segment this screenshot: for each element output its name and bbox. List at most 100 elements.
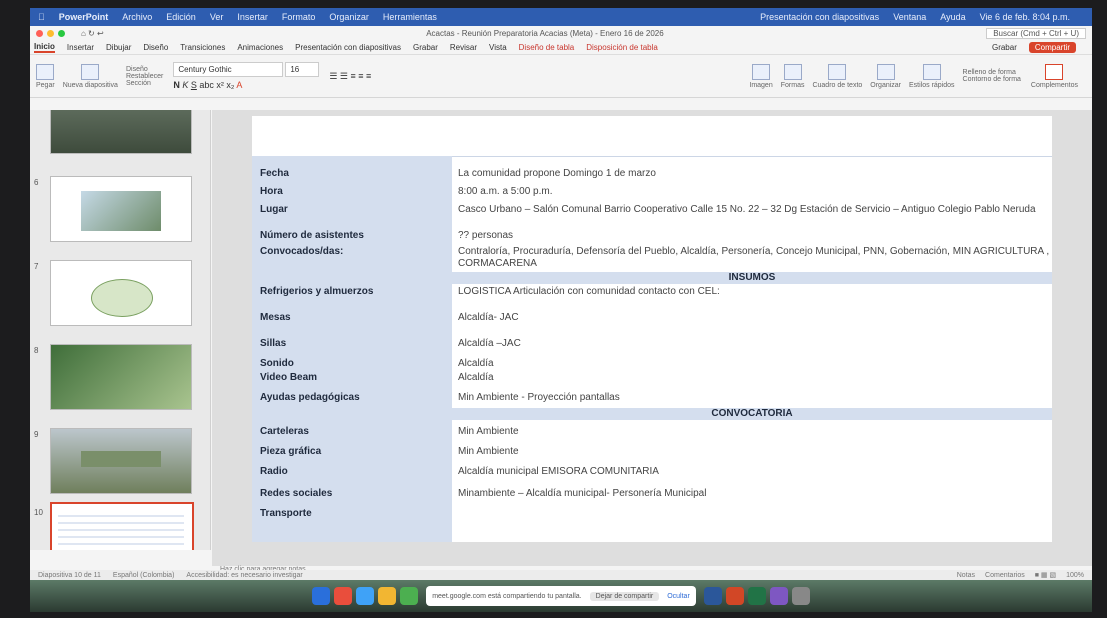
table-row-label[interactable]: Convocados/das: [252,246,452,270]
finder-icon[interactable] [312,587,331,605]
stop-sharing-button[interactable]: Dejar de compartir [589,591,660,601]
table-row-label[interactable]: Refrigerios y almuerzos [252,286,452,298]
table-row-label[interactable]: Número de asistentes [252,230,452,242]
tab-dibujar[interactable]: Dibujar [106,43,131,52]
zoom-level[interactable]: 100% [1066,572,1084,579]
menu-presentacion[interactable]: Presentación con diapositivas [760,12,879,22]
reset-button[interactable]: Restablecer [126,73,163,80]
tab-animaciones[interactable]: Animaciones [237,43,283,52]
quick-styles-button[interactable]: Estilos rápidos [909,63,955,89]
menu-ayuda[interactable]: Ayuda [940,12,965,22]
menu-insertar[interactable]: Insertar [237,12,268,22]
powerpoint-icon[interactable] [725,587,744,605]
menu-formato[interactable]: Formato [282,12,316,22]
tab-grabar[interactable]: Grabar [413,43,438,52]
tab-insertar[interactable]: Insertar [67,43,94,52]
tab-vista[interactable]: Vista [489,43,507,52]
table-row-value[interactable]: LOGISTICA Articulación con comunidad con… [452,286,1052,298]
excel-icon[interactable] [747,587,766,605]
new-slide-button[interactable]: Nueva diapositiva [63,63,118,89]
menu-edicion[interactable]: Edición [166,12,196,22]
shape-fill-button[interactable]: Relleno de forma [963,69,1021,76]
tab-revisar[interactable]: Revisar [450,43,477,52]
table-row-label[interactable]: Carteleras [252,426,452,438]
table-row-label[interactable]: Sillas [252,338,452,350]
zoom-window-button[interactable] [58,29,65,37]
table-row-value[interactable]: Alcaldía [452,358,1052,370]
close-window-button[interactable] [36,29,43,37]
table-row-label[interactable]: Transporte [252,508,452,542]
hide-notice-button[interactable]: Ocultar [667,593,690,600]
font-name-select[interactable]: Century Gothic [173,62,284,77]
table-row-value[interactable]: Contraloría, Procuraduría, Defensoría de… [452,246,1052,270]
notes-toggle[interactable]: Notas [957,572,975,579]
trash-icon[interactable] [791,587,810,605]
tab-presentacion[interactable]: Presentación con diapositivas [295,43,401,52]
table-row-value[interactable]: 8:00 a.m. a 5:00 p.m. [452,186,1052,198]
share-button[interactable]: Compartir [1028,41,1076,53]
paste-button[interactable]: Pegar [36,63,55,89]
teams-icon[interactable] [769,587,788,605]
table-row-value[interactable]: Alcaldía [452,372,1052,384]
menu-organizar[interactable]: Organizar [329,12,369,22]
table-row-label[interactable]: Ayudas pedagógicas [252,392,452,404]
record-button[interactable]: Grabar [992,43,1017,52]
slide-thumbnail[interactable] [50,260,192,326]
comments-toggle[interactable]: Comentarios [985,572,1025,579]
table-row-label[interactable]: Radio [252,466,452,478]
format-buttons[interactable]: N K S abc x² x₂ A [173,80,319,90]
table-row-value[interactable]: Alcaldía –JAC [452,338,1052,350]
slide-thumbnail[interactable] [50,428,192,494]
arrange-button[interactable]: Organizar [870,63,901,89]
layout-button[interactable]: Diseño [126,66,163,73]
table-row-value[interactable]: Min Ambiente - Proyección pantallas [452,392,1052,404]
table-row-label[interactable]: Pieza gráfica [252,446,452,458]
tab-diseno-tabla[interactable]: Diseño de tabla [519,43,575,52]
table-row-label[interactable]: Sonido [252,358,452,370]
slide-thumbnail[interactable] [50,344,192,410]
slide-thumbnail-selected[interactable] [50,502,194,550]
chrome-icon[interactable] [378,587,397,605]
table-row-label[interactable]: Lugar [252,204,452,228]
section-button[interactable]: Sección [126,80,163,87]
shapes-button[interactable]: Formas [781,63,804,89]
font-size-select[interactable]: 16 [285,62,320,77]
table-row-value[interactable]: Min Ambiente [452,426,1052,438]
table-row-value[interactable]: ?? personas [452,230,1052,242]
table-row-label[interactable]: Video Beam [252,372,452,384]
shape-outline-button[interactable]: Contorno de forma [963,76,1021,83]
tab-inicio[interactable]: Inicio [34,42,55,53]
view-icons[interactable]: ■ ▦ ▧ [1035,571,1056,579]
table-row-label[interactable]: Mesas [252,312,452,324]
table-row-value[interactable]: La comunidad propone Domingo 1 de marzo [452,168,1052,180]
word-icon[interactable] [703,587,722,605]
table-row-value[interactable]: Casco Urbano – Salón Comunal Barrio Coop… [452,204,1052,228]
textbox-button[interactable]: Cuadro de texto [812,63,862,89]
tab-diseno[interactable]: Diseño [143,43,168,52]
apple-icon[interactable]:  [38,12,45,22]
table-row-label[interactable]: Fecha [252,168,452,180]
safari-icon[interactable] [356,587,375,605]
menu-herramientas[interactable]: Herramientas [383,12,437,22]
minimize-window-button[interactable] [47,29,54,37]
table-row-value[interactable]: Alcaldía- JAC [452,312,1052,324]
menubar-app-name[interactable]: PowerPoint [59,12,109,22]
current-slide[interactable]: Fecha La comunidad propone Domingo 1 de m… [252,116,1052,542]
table-row-value[interactable] [452,508,1052,542]
table-row-value[interactable]: Alcaldía municipal EMISORA COMUNITARIA [452,466,1052,478]
menu-ver[interactable]: Ver [210,12,224,22]
addins-button[interactable]: Complementos [1031,63,1078,89]
language-indicator[interactable]: Español (Colombia) [113,572,174,579]
table-row-label[interactable]: Redes sociales [252,488,452,500]
quick-access-icons[interactable]: ⌂ ↻ ↩ [81,29,104,38]
accessibility-indicator[interactable]: Accesibilidad: es necesario investigar [186,572,302,579]
slide-thumbnail[interactable] [50,110,192,154]
image-button[interactable]: Imagen [749,63,773,89]
tab-disposicion-tabla[interactable]: Disposición de tabla [586,43,658,52]
launchpad-icon[interactable] [334,587,353,605]
menu-archivo[interactable]: Archivo [122,12,152,22]
tab-transiciones[interactable]: Transiciones [180,43,225,52]
table-row-value[interactable]: Min Ambiente [452,446,1052,458]
paragraph-buttons[interactable]: ☰ ☰ ≡ ≡ ≡ [329,71,371,82]
messages-icon[interactable] [400,587,419,605]
